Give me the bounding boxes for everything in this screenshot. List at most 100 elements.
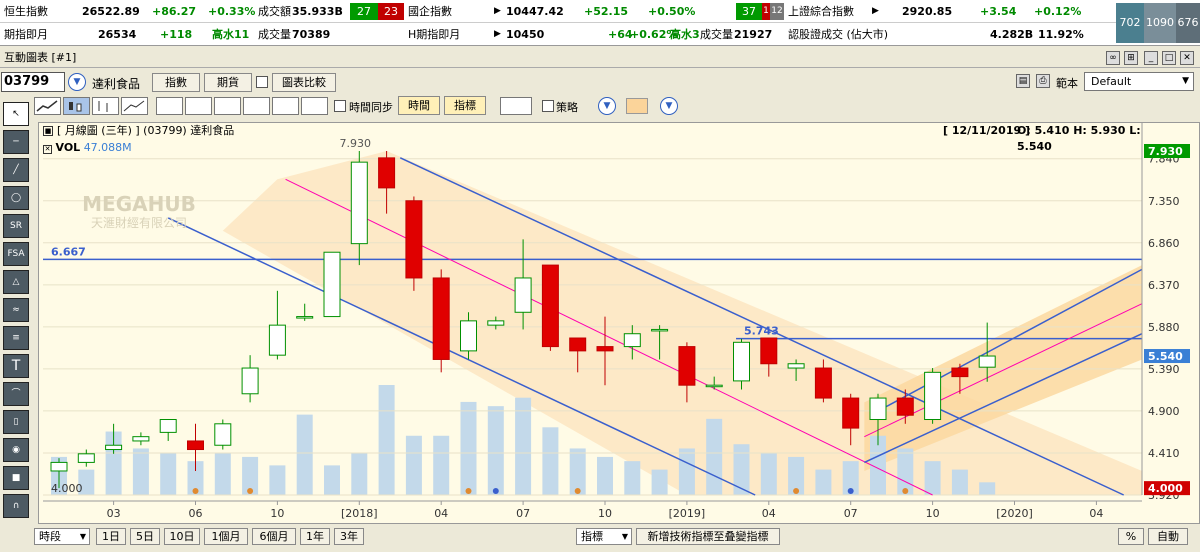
candle-body bbox=[296, 316, 314, 319]
sr-icon[interactable]: SR bbox=[3, 214, 29, 238]
candle-body bbox=[132, 436, 150, 442]
color-dropdown-icon[interactable]: ▼ bbox=[660, 97, 678, 115]
chart-panel[interactable]: ■ [ 月線圖 (三年) ] (03799) 達利食品 [ 12/11/2019… bbox=[38, 122, 1200, 524]
hhif-vol: 21927 bbox=[734, 28, 773, 41]
cursor-icon[interactable]: ↖ bbox=[3, 102, 29, 126]
strategy-dropdown-icon[interactable]: ▼ bbox=[598, 97, 616, 115]
time-button[interactable]: 時間 bbox=[398, 96, 440, 115]
strategy-label: 策略 bbox=[556, 101, 578, 114]
link-icon[interactable]: ∞ bbox=[1106, 51, 1120, 65]
candle-body bbox=[541, 264, 559, 348]
chart-type-line-icon[interactable] bbox=[34, 97, 61, 115]
hhif-up-arrow-icon: ▶ bbox=[494, 29, 501, 39]
fan-icon[interactable]: △ bbox=[3, 270, 29, 294]
compare-button[interactable]: 圖表比較 bbox=[272, 73, 336, 92]
compare-checkbox[interactable] bbox=[256, 76, 268, 88]
y-tick-label: 6.370 bbox=[1148, 279, 1180, 292]
print-icon[interactable]: ⎙ bbox=[1036, 74, 1050, 88]
volume-bar bbox=[760, 452, 777, 495]
sse-label: 上證綜合指數 bbox=[788, 5, 854, 18]
close-icon[interactable]: ✕ bbox=[1180, 51, 1194, 65]
time-sync-label: 時間同步 bbox=[349, 101, 393, 114]
strategy-checkbox[interactable] bbox=[542, 100, 554, 112]
volume-bar bbox=[160, 452, 177, 495]
candle-body bbox=[951, 367, 969, 378]
futures-button[interactable]: 期貨 bbox=[204, 73, 252, 92]
chart-type-e-icon[interactable] bbox=[272, 97, 299, 115]
range-1y-button[interactable]: 1年 bbox=[300, 528, 330, 545]
eraser-icon[interactable]: ▯ bbox=[3, 410, 29, 434]
ray-icon[interactable]: ╱ bbox=[3, 158, 29, 182]
save-icon[interactable]: ▤ bbox=[1016, 74, 1030, 88]
range-10d-button[interactable]: 10日 bbox=[164, 528, 200, 545]
template-label: 範本 bbox=[1056, 77, 1078, 90]
volume-bar bbox=[351, 452, 368, 495]
template-select[interactable]: Default ▼ bbox=[1084, 72, 1194, 91]
color-swatch[interactable] bbox=[626, 98, 648, 114]
chart-type-area-icon[interactable] bbox=[121, 97, 148, 115]
hline-6667-label: 6.667 bbox=[51, 245, 86, 258]
price-chart[interactable]: MEGAHUB天滙財經有限公司7.9304.0006.6675.7437.840… bbox=[39, 123, 1199, 523]
auto-button[interactable]: 自動 bbox=[1148, 528, 1188, 545]
candle-body bbox=[651, 328, 669, 332]
sse-change: +3.54 bbox=[980, 5, 1017, 18]
percent-button[interactable]: % bbox=[1118, 528, 1144, 545]
maximize-icon[interactable]: □ bbox=[1162, 51, 1176, 65]
ticker-row-1: 恒生指數 26522.89 +86.27 +0.33% 成交額 35.933B … bbox=[0, 0, 1200, 43]
chart-type-f-icon[interactable] bbox=[301, 97, 328, 115]
candle-body bbox=[760, 337, 778, 365]
candle-body bbox=[569, 337, 587, 352]
chart-style-icon[interactable] bbox=[500, 97, 532, 115]
y-tick-label: 4.900 bbox=[1148, 405, 1180, 418]
x-tick-label: 07 bbox=[844, 507, 858, 520]
period-select[interactable]: 時段 ▼ bbox=[34, 528, 90, 545]
volume-bar bbox=[733, 444, 750, 495]
hide-icon[interactable]: ◉ bbox=[3, 438, 29, 462]
chart-type-candle-icon[interactable] bbox=[63, 97, 90, 115]
wave-icon[interactable]: ≈ bbox=[3, 298, 29, 322]
stock-code-input[interactable]: 03799 bbox=[1, 72, 65, 92]
hsce-pct: +0.50% bbox=[648, 5, 696, 18]
channel-icon[interactable]: ≡ bbox=[3, 326, 29, 350]
range-5d-button[interactable]: 5日 bbox=[130, 528, 160, 545]
indicator-button[interactable]: 指標 bbox=[444, 96, 486, 115]
minimize-icon[interactable]: _ bbox=[1144, 51, 1158, 65]
volume-bar bbox=[214, 452, 231, 495]
index-button[interactable]: 指數 bbox=[152, 73, 200, 92]
restore-icon[interactable]: ⊞ bbox=[1124, 51, 1138, 65]
chevron-down-icon: ▼ bbox=[621, 532, 628, 541]
volume-bar bbox=[324, 465, 340, 495]
line-icon[interactable]: ─ bbox=[3, 130, 29, 154]
y-tick-label: 4.410 bbox=[1148, 447, 1180, 460]
ellipse-icon[interactable]: ◯ bbox=[3, 186, 29, 210]
range-1d-button[interactable]: 1日 bbox=[96, 528, 126, 545]
chart-type-a-icon[interactable] bbox=[156, 97, 183, 115]
bar-chart-icon bbox=[98, 101, 108, 112]
lock-icon[interactable]: ■ bbox=[3, 466, 29, 490]
chart-type-c-icon[interactable] bbox=[214, 97, 241, 115]
candle-body bbox=[733, 341, 750, 382]
arc-icon[interactable]: ⌒ bbox=[3, 382, 29, 406]
candle-body bbox=[623, 333, 641, 348]
chart-type-bar-icon[interactable] bbox=[92, 97, 119, 115]
min-price-tag: 4.000 bbox=[1148, 482, 1183, 495]
y-tick-label: 5.390 bbox=[1148, 363, 1180, 376]
candle-body bbox=[77, 453, 95, 463]
chart-type-b-icon[interactable] bbox=[185, 97, 212, 115]
indicator-select[interactable]: 指標 ▼ bbox=[576, 528, 632, 545]
code-dropdown-icon[interactable]: ▼ bbox=[68, 73, 86, 91]
main-toolbar: 03799 ▼ 達利食品 指數 期貨 圖表比較 ▤ ⎙ 範本 Default ▼ bbox=[0, 70, 1200, 94]
text-icon[interactable]: T bbox=[3, 354, 29, 378]
range-6m-button[interactable]: 6個月 bbox=[252, 528, 296, 545]
chart-type-d-icon[interactable] bbox=[243, 97, 270, 115]
range-1m-button[interactable]: 1個月 bbox=[204, 528, 248, 545]
candle-body bbox=[514, 277, 532, 313]
bottom-bar: 時段 ▼ 1日 5日 10日 1個月 6個月 1年 3年 指標 ▼ 新增技術指標至叠… bbox=[0, 524, 1200, 552]
range-3y-button[interactable]: 3年 bbox=[334, 528, 364, 545]
fsa-icon[interactable]: FSA bbox=[3, 242, 29, 266]
x-tick-label: [2020] bbox=[996, 507, 1033, 520]
add-indicator-button[interactable]: 新增技術指標至叠變指標 bbox=[636, 528, 780, 545]
time-sync-checkbox[interactable] bbox=[334, 100, 346, 112]
magnet-icon[interactable]: ∩ bbox=[3, 494, 29, 518]
window-title: 互動圖表 [#1] bbox=[4, 51, 77, 64]
